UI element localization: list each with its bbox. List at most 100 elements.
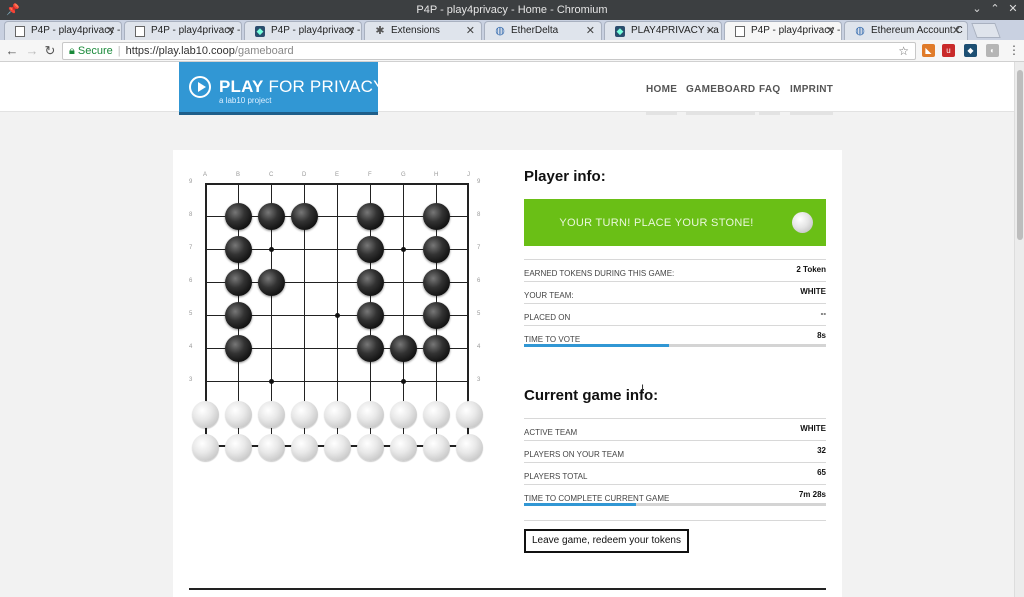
close-tab-icon[interactable]: ✕ <box>952 24 961 37</box>
black-stone <box>225 302 252 329</box>
black-stone <box>258 269 285 296</box>
white-stone <box>225 434 252 461</box>
white-stone <box>357 401 384 428</box>
column-label: C <box>269 172 274 178</box>
star-point <box>401 247 406 252</box>
row-label: 9 <box>189 179 193 185</box>
web-page: PLAY FOR PRIVACY a lab10 project HOME GA… <box>0 62 1014 597</box>
earned-tokens-row: EARNED TOKENS DURING THIS GAME: 2 Token <box>524 259 826 281</box>
black-stone <box>357 335 384 362</box>
url-host: https://play.lab10.coop <box>125 45 235 57</box>
black-stone <box>423 335 450 362</box>
browser-tab[interactable]: P4P - play4privacy - ✕ <box>4 21 122 40</box>
star-point <box>269 379 274 384</box>
white-stone <box>225 401 252 428</box>
browser-tab[interactable]: ◍ Ethereum Account C ✕ <box>844 21 968 40</box>
row-label: 3 <box>477 377 481 383</box>
forward-icon[interactable]: → <box>24 43 40 58</box>
close-tab-icon[interactable]: ✕ <box>826 24 835 37</box>
logo-title: PLAY FOR PRIVACY <box>219 77 385 96</box>
white-stone <box>456 401 483 428</box>
go-board[interactable]: A B C D E F G H J 9 9 8 8 7 7 6 6 5 5 4 4 3 3 <box>183 170 488 461</box>
logo-subtitle: a lab10 project <box>219 96 272 105</box>
close-tab-icon[interactable]: ✕ <box>586 24 595 37</box>
column-label: G <box>401 172 406 178</box>
close-tab-icon[interactable]: ✕ <box>466 24 475 37</box>
game-card: A B C D E F G H J 9 9 8 8 7 7 6 6 5 5 4 4 3 3 Player info: YOU… <box>173 150 842 597</box>
row-label: 8 <box>189 212 193 218</box>
tab-label: EtherDelta <box>511 25 559 36</box>
app-icon: ◆ <box>615 26 625 37</box>
page-scrollbar[interactable] <box>1014 62 1024 597</box>
minimize-icon[interactable]: ⌄ <box>970 2 984 15</box>
white-stone <box>390 401 417 428</box>
white-stone <box>324 434 351 461</box>
address-bar[interactable]: 🔒︎ Secure | https://play.lab10.coop/gamebo… <box>62 42 916 60</box>
browser-tab[interactable]: ◍ EtherDelta ✕ <box>484 21 602 40</box>
extension-grey-icon[interactable]: ◐ <box>986 44 999 57</box>
browser-tab[interactable]: ◆ PLAY4PRIVACY - a la ✕ <box>604 21 722 40</box>
column-label: E <box>335 172 340 178</box>
black-stone <box>423 269 450 296</box>
black-stone <box>291 203 318 230</box>
maximize-icon[interactable]: ⌃ <box>988 2 1002 15</box>
star-point <box>335 313 340 318</box>
separator: | <box>117 45 121 57</box>
nav-faq[interactable]: FAQ <box>759 84 781 115</box>
turn-message: YOUR TURN! PLACE YOUR STONE! <box>559 217 754 229</box>
game-progress-fill <box>524 503 636 506</box>
star-point <box>401 379 406 384</box>
tab-label: Extensions <box>391 25 440 36</box>
game-progress-bar <box>524 503 826 506</box>
column-label: F <box>368 172 372 178</box>
browser-tab[interactable]: ✱ Extensions ✕ <box>364 21 482 40</box>
nav-home[interactable]: HOME <box>646 84 678 115</box>
row-label: 7 <box>189 245 193 251</box>
nav-gameboard[interactable]: GAMEBOARD <box>686 84 756 115</box>
url-path: /gameboard <box>234 45 294 57</box>
reload-icon[interactable]: ↻ <box>42 43 58 59</box>
white-stone <box>258 401 285 428</box>
back-icon[interactable]: ← <box>4 43 20 58</box>
nav-imprint[interactable]: IMPRINT <box>790 84 834 115</box>
browser-tab-active[interactable]: P4P - play4privacy - ✕ <box>724 21 842 40</box>
close-tab-icon[interactable]: ✕ <box>706 24 715 37</box>
text-cursor-icon: I <box>641 383 645 395</box>
extension-icon[interactable]: ◆ <box>964 44 977 57</box>
row-label: 6 <box>477 278 481 284</box>
new-tab-button[interactable] <box>971 23 1001 38</box>
black-stone <box>423 203 450 230</box>
scrollbar-thumb[interactable] <box>1017 70 1023 240</box>
white-stone <box>390 434 417 461</box>
browser-menu-icon[interactable]: ⋮ <box>1008 43 1020 57</box>
white-stone <box>324 401 351 428</box>
placed-on-row: PLACED ON -- <box>524 303 826 325</box>
white-stone-icon <box>792 212 813 233</box>
player-info-heading: Player info: <box>524 168 606 185</box>
play-for-privacy-logo[interactable]: PLAY FOR PRIVACY a lab10 project <box>179 62 385 115</box>
leave-game-button[interactable]: Leave game, redeem your tokens <box>524 529 689 553</box>
your-team-row: YOUR TEAM: WHITE <box>524 281 826 303</box>
browser-toolbar: ← → ↻ 🔒︎ Secure | https://play.lab10.coop/… <box>0 40 1024 62</box>
close-tab-icon[interactable]: ✕ <box>106 24 115 37</box>
black-stone <box>357 269 384 296</box>
window-title: P4P - play4privacy - Home - Chromium <box>416 4 608 16</box>
close-tab-icon[interactable]: ✕ <box>346 24 355 37</box>
puzzle-icon: ✱ <box>375 25 385 37</box>
metamask-icon[interactable]: ◣ <box>922 44 935 57</box>
black-stone <box>423 236 450 263</box>
close-tab-icon[interactable]: ✕ <box>226 24 235 37</box>
white-stone <box>291 401 318 428</box>
browser-tab[interactable]: P4P - play4privacy - ✕ <box>124 21 242 40</box>
white-stone <box>291 434 318 461</box>
close-window-icon[interactable]: ✕ <box>1006 2 1020 15</box>
window-titlebar: 📌 P4P - play4privacy - Home - Chromium ⌄… <box>0 0 1024 20</box>
bookmark-star-icon[interactable]: ☆ <box>898 44 909 58</box>
lock-icon: 🔒︎ <box>69 45 75 57</box>
ublock-icon[interactable]: u <box>942 44 955 57</box>
black-stone <box>357 302 384 329</box>
bottom-rule <box>189 588 826 590</box>
grid-line <box>205 381 469 382</box>
browser-tab[interactable]: ◆ P4P - play4privacy - ✕ <box>244 21 362 40</box>
column-label: B <box>236 172 241 178</box>
